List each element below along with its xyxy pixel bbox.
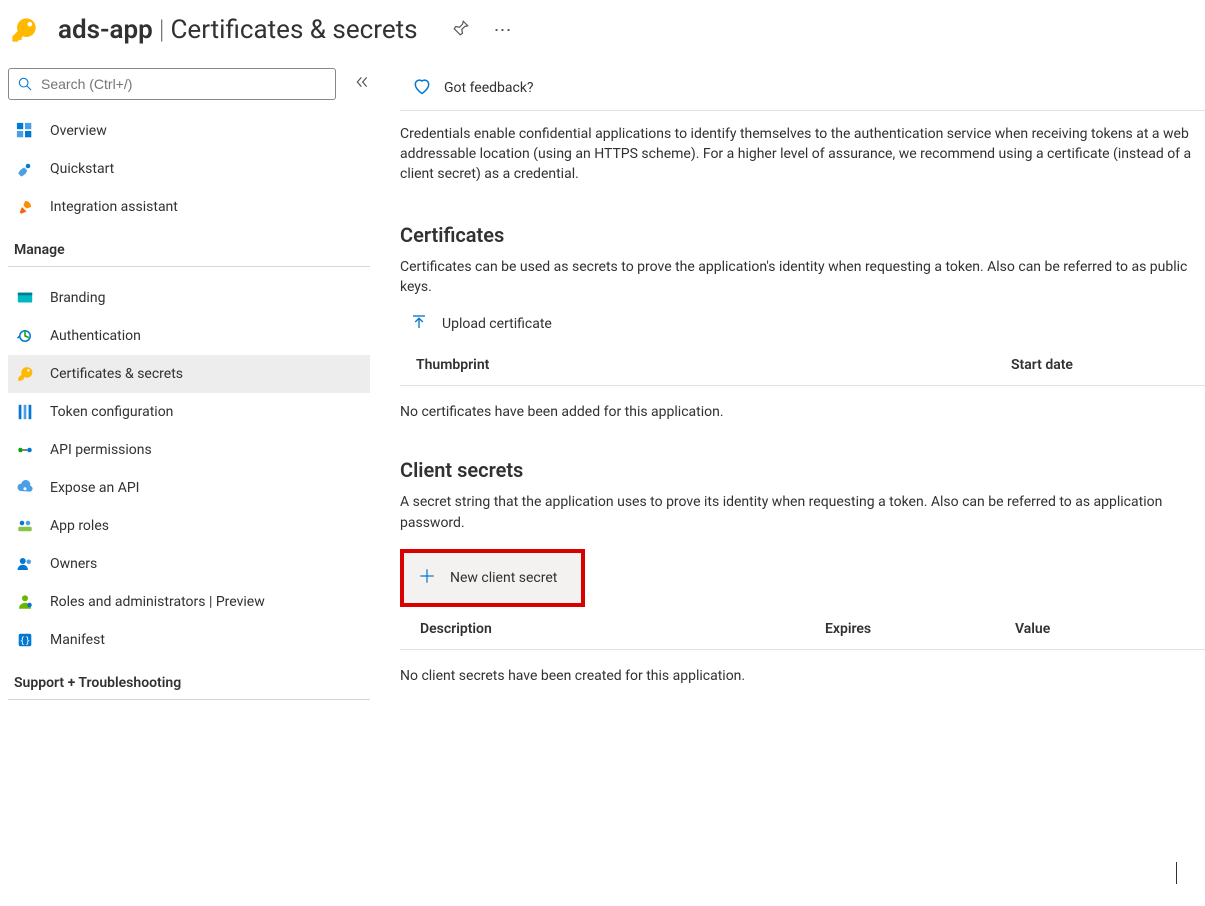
content-pane: Got feedback? Credentials enable confide… xyxy=(370,68,1205,702)
sidebar-item-label: Certificates & secrets xyxy=(50,366,183,382)
intro-text: Credentials enable confidential applicat… xyxy=(400,111,1205,185)
more-icon[interactable]: ⋯ xyxy=(494,20,513,41)
sidebar-item-label: Manifest xyxy=(50,632,105,648)
col-description: Description xyxy=(420,621,825,637)
sidebar-item-label: Overview xyxy=(50,123,107,139)
toolbar: Got feedback? xyxy=(400,68,1205,111)
sidebar-item-overview[interactable]: Overview xyxy=(8,112,370,150)
support-section-label: Support + Troubleshooting xyxy=(8,659,370,697)
secret-table-header: Description Expires Value xyxy=(400,607,1205,650)
feedback-button[interactable]: Got feedback? xyxy=(444,80,534,96)
upload-certificate-label: Upload certificate xyxy=(442,316,552,332)
sidebar-item-apiperm[interactable]: API permissions xyxy=(8,431,370,469)
sidebar-item-label: Owners xyxy=(50,556,97,572)
auth-icon xyxy=(16,327,34,345)
sidebar-item-label: Roles and administrators | Preview xyxy=(50,594,265,610)
owners-icon xyxy=(16,555,34,573)
overview-icon xyxy=(16,122,34,140)
text-caret xyxy=(1176,862,1177,884)
page-header: ads-app | Certificates & secrets ⋯ xyxy=(0,0,1205,68)
key-icon xyxy=(8,14,40,46)
collapse-sidebar-icon[interactable] xyxy=(354,74,370,94)
new-client-secret-button[interactable]: New client secret xyxy=(404,553,581,603)
secret-empty-text: No client secrets have been created for … xyxy=(400,650,1205,684)
cert-empty-text: No certificates have been added for this… xyxy=(400,386,1205,420)
page-subtitle: Certificates & secrets xyxy=(171,15,418,45)
sidebar-item-key[interactable]: Certificates & secrets xyxy=(8,355,370,393)
sidebar-item-label: Quickstart xyxy=(50,161,114,177)
client-secrets-heading: Client secrets xyxy=(400,458,1205,482)
sidebar-item-label: Authentication xyxy=(50,328,141,344)
highlight-box: New client secret xyxy=(400,549,585,607)
apiperm-icon xyxy=(16,441,34,459)
feedback-icon[interactable] xyxy=(412,76,432,100)
sidebar-item-expose[interactable]: Expose an API xyxy=(8,469,370,507)
sidebar-item-branding[interactable]: Branding xyxy=(8,279,370,317)
pin-icon[interactable] xyxy=(452,19,470,41)
certificates-desc: Certificates can be used as secrets to p… xyxy=(400,257,1205,298)
sidebar-item-label: Expose an API xyxy=(50,480,139,496)
approles-icon xyxy=(16,517,34,535)
page-title: ads-app | Certificates & secrets xyxy=(58,15,418,45)
token-icon xyxy=(16,403,34,421)
new-client-secret-label: New client secret xyxy=(450,570,557,586)
sidebar-item-manifest[interactable]: {} Manifest xyxy=(8,621,370,659)
upload-icon xyxy=(410,313,428,335)
sidebar-item-owners[interactable]: Owners xyxy=(8,545,370,583)
sidebar-item-quickstart[interactable]: Quickstart xyxy=(8,150,370,188)
sidebar-item-label: API permissions xyxy=(50,442,152,458)
sidebar-item-label: Integration assistant xyxy=(50,199,178,215)
search-field[interactable] xyxy=(39,75,327,93)
plus-icon xyxy=(418,567,436,589)
sidebar-item-label: Branding xyxy=(50,290,105,306)
col-start-date: Start date xyxy=(1011,357,1186,373)
rocket-icon xyxy=(16,198,34,216)
sidebar-item-auth[interactable]: Authentication xyxy=(8,317,370,355)
col-value: Value xyxy=(1015,621,1195,637)
quickstart-icon xyxy=(16,160,34,178)
client-secrets-desc: A secret string that the application use… xyxy=(400,492,1205,533)
sidebar-item-roles[interactable]: Roles and administrators | Preview xyxy=(8,583,370,621)
upload-certificate-button[interactable]: Upload certificate xyxy=(400,297,562,351)
col-thumbprint: Thumbprint xyxy=(416,357,1011,373)
svg-text:{}: {} xyxy=(20,637,31,647)
sidebar-item-label: App roles xyxy=(50,518,109,534)
cert-table-header: Thumbprint Start date xyxy=(400,351,1205,386)
sidebar: OverviewQuickstartIntegration assistant … xyxy=(0,68,370,702)
sidebar-item-token[interactable]: Token configuration xyxy=(8,393,370,431)
expose-icon xyxy=(16,479,34,497)
key-icon xyxy=(16,365,34,383)
roles-icon xyxy=(16,593,34,611)
sidebar-item-approles[interactable]: App roles xyxy=(8,507,370,545)
certificates-heading: Certificates xyxy=(400,223,1205,247)
app-name: ads-app xyxy=(58,15,153,45)
sidebar-item-label: Token configuration xyxy=(50,404,173,420)
col-expires: Expires xyxy=(825,621,1015,637)
manage-section-label: Manage xyxy=(8,226,370,264)
search-input[interactable] xyxy=(8,68,336,100)
branding-icon xyxy=(16,289,34,307)
manifest-icon: {} xyxy=(16,631,34,649)
search-icon xyxy=(17,76,33,92)
sidebar-item-rocket[interactable]: Integration assistant xyxy=(8,188,370,226)
